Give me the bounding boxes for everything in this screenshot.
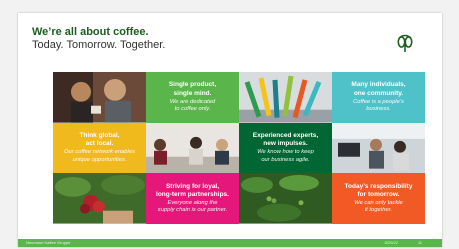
tile-subtext: We know how to keep our business agile.	[257, 149, 314, 163]
colorful-pipes-photo	[239, 72, 332, 123]
tile-heading: Single product, single mind.	[168, 81, 217, 97]
coffee-plant-photo	[239, 173, 332, 224]
tile-heading: Striving for loyal, long-term partnershi…	[156, 182, 229, 198]
coffee-tasting-photo	[53, 72, 146, 123]
values-grid: Single product, single mind. We are dedi…	[53, 72, 425, 224]
tile-subtext: We can only tackle it together.	[354, 199, 403, 214]
slide-title: We’re all about coffee.	[32, 26, 149, 38]
value-tile-loyal-partnerships: Striving for loyal, long-term partnershi…	[146, 173, 239, 224]
team-meeting-photo	[146, 122, 239, 174]
coffee-harvest-photo	[53, 173, 146, 224]
tile-subtext: Our coffee network enables unique opport…	[64, 149, 135, 163]
value-tile-single-product: Single product, single mind. We are dedi…	[146, 72, 239, 123]
slide-footer: Neumann Kaffee Gruppe 6/29/22 11	[18, 239, 442, 247]
footer-date: 6/29/22	[384, 240, 398, 245]
value-tile-experienced-experts: Experienced experts, new impulses. We kn…	[239, 122, 332, 174]
value-tile-many-individuals: Many individuals, one community. Coffee …	[332, 72, 425, 123]
tile-subtext: Everyone along the supply chain is our p…	[157, 199, 228, 214]
tile-subtext: Coffee is a people’s business.	[353, 98, 404, 112]
tile-heading: Today’s responsibility for tomorrow.	[344, 182, 413, 198]
tile-heading: Experienced experts, new impulses.	[252, 132, 319, 148]
tile-heading: Think global, act local.	[79, 132, 120, 148]
coffee-plant-logo-icon	[395, 34, 415, 54]
tile-subtext: We are dedicated to coffee only.	[169, 98, 216, 112]
footer-company: Neumann Kaffee Gruppe	[26, 240, 71, 245]
value-tile-think-global: Think global, act local. Our coffee netw…	[53, 122, 146, 174]
value-tile-todays-responsibility: Today’s responsibility for tomorrow. We …	[332, 173, 425, 224]
office-workers-photo	[332, 122, 425, 174]
slide-subtitle: Today. Tomorrow. Together.	[32, 39, 166, 51]
tile-heading: Many individuals, one community.	[351, 81, 406, 97]
footer-page-number: 11	[417, 240, 422, 245]
